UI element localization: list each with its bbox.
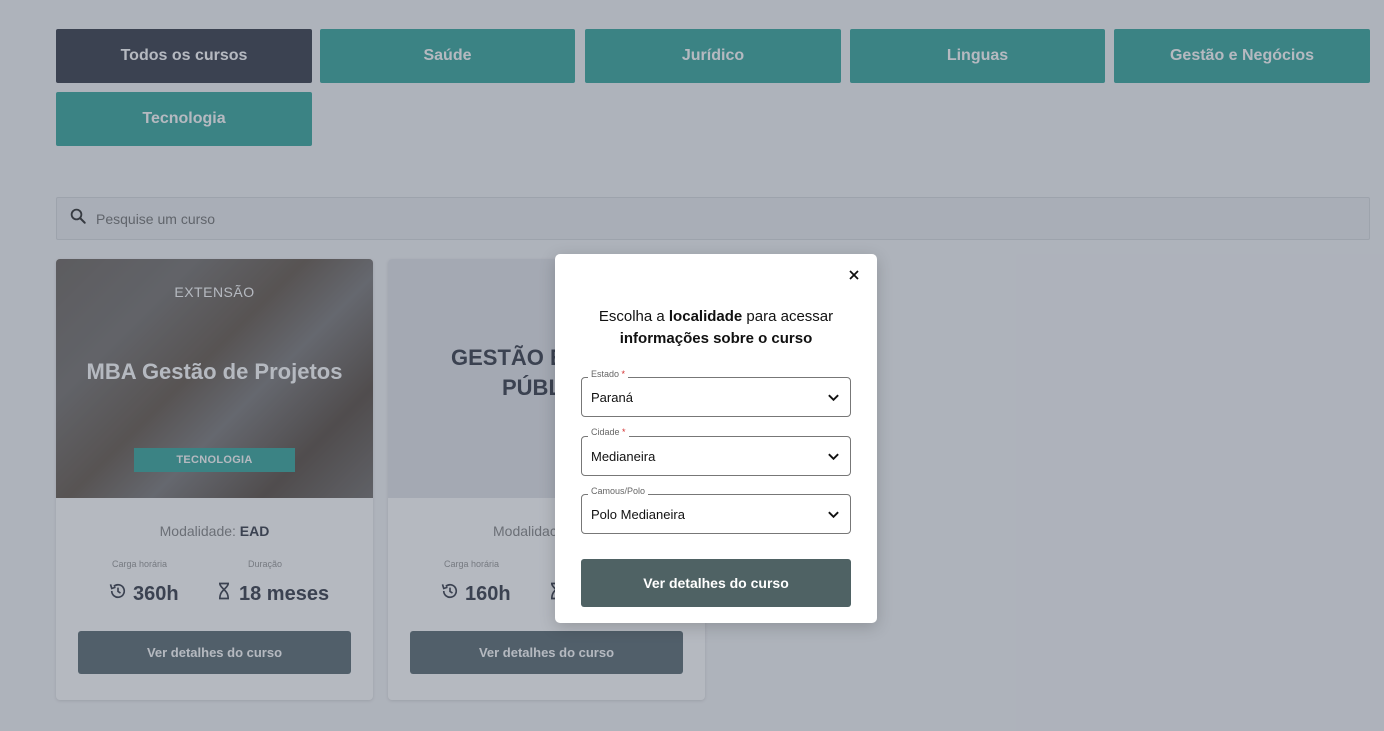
estado-label: Estado * (588, 369, 629, 379)
campus-polo-select[interactable]: Polo Medianeira (581, 494, 851, 534)
view-course-details-button[interactable]: Ver detalhes do curso (581, 559, 851, 607)
close-icon[interactable] (847, 268, 861, 282)
estado-select[interactable]: Paraná (581, 377, 851, 417)
cidade-select[interactable]: Medianeira (581, 436, 851, 476)
modal-heading: Escolha a localidade para acessar inform… (598, 308, 834, 347)
page: Todos os cursos Saúde Jurídico Linguas G… (0, 0, 1384, 731)
cidade-label: Cidade * (588, 427, 629, 437)
campus-polo-label: Camous/Polo (588, 486, 649, 496)
location-modal: Escolha a localidade para acessar inform… (555, 254, 877, 623)
